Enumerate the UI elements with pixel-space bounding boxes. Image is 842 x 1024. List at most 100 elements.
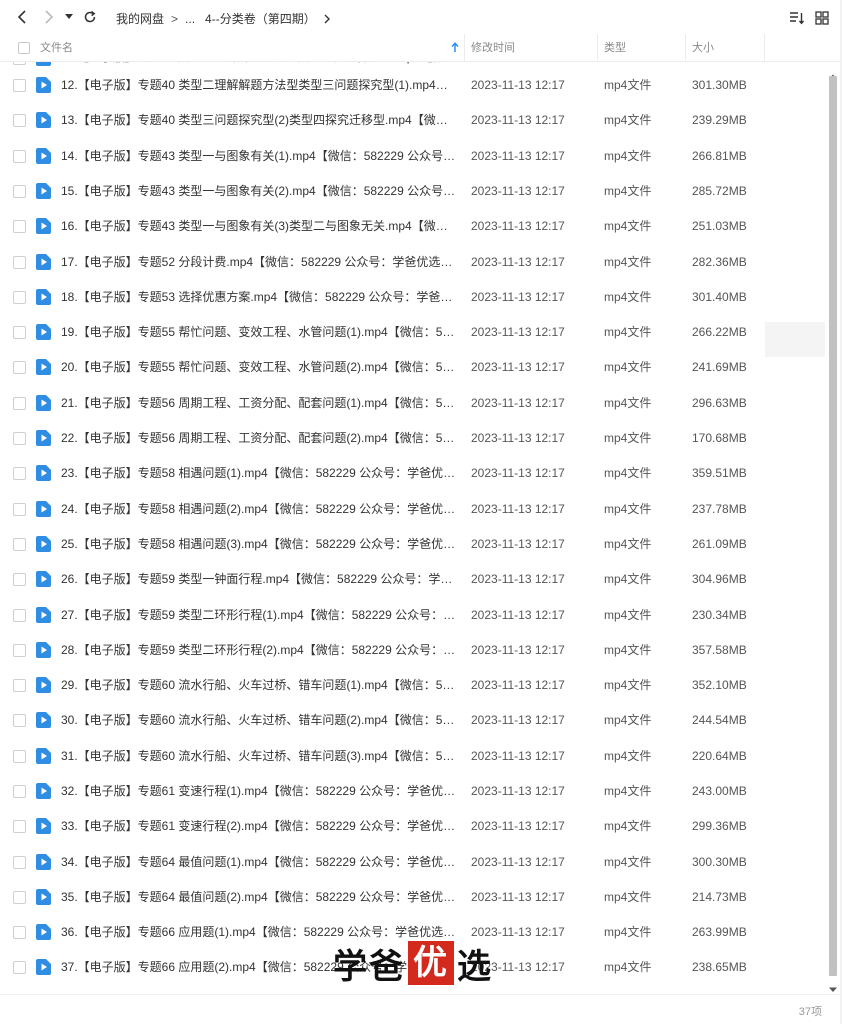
- file-name[interactable]: 19.【电子版】专题55 帮忙问题、变效工程、水管问题(1).mp4【微信：58…: [61, 315, 459, 350]
- file-name[interactable]: 12.【电子版】专题40 类型二理解解题方法型类型三问题探究型(1).mp4【微…: [61, 68, 459, 103]
- row-checkbox[interactable]: [13, 220, 26, 233]
- column-divider[interactable]: [464, 34, 465, 62]
- file-name[interactable]: 23.【电子版】专题58 相遇问题(1).mp4【微信：582229 公众号：学…: [61, 456, 459, 491]
- breadcrumb-ellipsis[interactable]: ...: [185, 12, 195, 26]
- row-checkbox[interactable]: [13, 891, 26, 904]
- file-name[interactable]: 13.【电子版】专题40 类型三问题探究型(2)类型四探究迁移型.mp4【微信：…: [61, 103, 459, 138]
- file-name[interactable]: 27.【电子版】专题59 类型二环形行程(1).mp4【微信：582229 公众…: [61, 598, 459, 633]
- row-checkbox[interactable]: [13, 961, 26, 974]
- file-row[interactable]: 17.【电子版】专题52 分段计费.mp4【微信：582229 公众号：学爸优选…: [0, 245, 826, 280]
- scrollbar-thumb[interactable]: [829, 76, 837, 976]
- file-name[interactable]: 16.【电子版】专题43 类型一与图象有关(3)类型二与图象无关.mp4【微信：…: [61, 209, 459, 244]
- row-checkbox[interactable]: [13, 679, 26, 692]
- row-checkbox[interactable]: [13, 114, 26, 127]
- sort-button[interactable]: [788, 9, 806, 27]
- row-checkbox[interactable]: [13, 62, 26, 65]
- row-checkbox[interactable]: [13, 185, 26, 198]
- column-modified[interactable]: 修改时间: [471, 34, 515, 62]
- file-row[interactable]: 16.【电子版】专题43 类型一与图象有关(3)类型二与图象无关.mp4【微信：…: [0, 209, 826, 244]
- row-checkbox[interactable]: [13, 467, 26, 480]
- row-checkbox[interactable]: [13, 785, 26, 798]
- file-row[interactable]: 12.【电子版】专题40 类型二理解解题方法型类型三问题探究型(1).mp4【微…: [0, 68, 826, 103]
- file-row[interactable]: 22.【电子版】专题56 周期工程、工资分配、配套问题(2).mp4【微信：58…: [0, 421, 826, 456]
- file-row[interactable]: 29.【电子版】专题60 流水行船、火车过桥、错车问题(1).mp4【微信：58…: [0, 668, 826, 703]
- back-button[interactable]: [12, 7, 32, 27]
- column-type[interactable]: 类型: [604, 34, 626, 62]
- file-name[interactable]: 22.【电子版】专题56 周期工程、工资分配、配套问题(2).mp4【微信：58…: [61, 421, 459, 456]
- row-checkbox[interactable]: [13, 714, 26, 727]
- file-row[interactable]: 30.【电子版】专题60 流水行船、火车过桥、错车问题(2).mp4【微信：58…: [0, 703, 826, 738]
- file-name[interactable]: 30.【电子版】专题60 流水行船、火车过桥、错车问题(2).mp4【微信：58…: [61, 703, 459, 738]
- file-row[interactable]: 31.【电子版】专题60 流水行船、火车过桥、错车问题(3).mp4【微信：58…: [0, 739, 826, 774]
- file-name[interactable]: 26.【电子版】专题59 类型一钟面行程.mp4【微信：582229 公众号：学…: [61, 562, 459, 597]
- select-all-checkbox[interactable]: [18, 42, 30, 54]
- row-checkbox[interactable]: [13, 326, 26, 339]
- file-row[interactable]: 13.【电子版】专题40 类型三问题探究型(2)类型四探究迁移型.mp4【微信：…: [0, 103, 826, 138]
- file-row[interactable]: 21.【电子版】专题56 周期工程、工资分配、配套问题(1).mp4【微信：58…: [0, 386, 826, 421]
- file-row[interactable]: 25.【电子版】专题58 相遇问题(3).mp4【微信：582229 公众号：学…: [0, 527, 826, 562]
- file-name[interactable]: 28.【电子版】专题59 类型二环形行程(2).mp4【微信：582229 公众…: [61, 633, 459, 668]
- file-name[interactable]: 17.【电子版】专题52 分段计费.mp4【微信：582229 公众号：学爸优选…: [61, 245, 459, 280]
- file-row[interactable]: 20.【电子版】专题55 帮忙问题、变效工程、水管问题(2).mp4【微信：58…: [0, 350, 826, 385]
- sort-ascending-icon[interactable]: [451, 42, 459, 56]
- vertical-scrollbar[interactable]: [826, 62, 840, 994]
- file-row[interactable]: 33.【电子版】专题61 变速行程(2).mp4【微信：582229 公众号：学…: [0, 809, 826, 844]
- file-row[interactable]: 24.【电子版】专题58 相遇问题(2).mp4【微信：582229 公众号：学…: [0, 492, 826, 527]
- file-row[interactable]: 28.【电子版】专题59 类型二环形行程(2).mp4【微信：582229 公众…: [0, 633, 826, 668]
- file-row[interactable]: 14.【电子版】专题43 类型一与图象有关(1).mp4【微信：582229 公…: [0, 139, 826, 174]
- file-row[interactable]: 19.【电子版】专题55 帮忙问题、变效工程、水管问题(1).mp4【微信：58…: [0, 315, 826, 350]
- file-row[interactable]: 35.【电子版】专题64 最值问题(2).mp4【微信：582229 公众号：学…: [0, 880, 826, 915]
- row-checkbox[interactable]: [13, 397, 26, 410]
- row-checkbox[interactable]: [13, 538, 26, 551]
- file-name[interactable]: 29.【电子版】专题60 流水行船、火车过桥、错车问题(1).mp4【微信：58…: [61, 668, 459, 703]
- file-name[interactable]: 32.【电子版】专题61 变速行程(1).mp4【微信：582229 公众号：学…: [61, 774, 459, 809]
- breadcrumb-chevron-icon[interactable]: [324, 14, 331, 24]
- row-checkbox[interactable]: [13, 820, 26, 833]
- row-checkbox[interactable]: [13, 361, 26, 374]
- file-type: mp4文件: [604, 643, 652, 657]
- file-name[interactable]: 20.【电子版】专题55 帮忙问题、变效工程、水管问题(2).mp4【微信：58…: [61, 350, 459, 385]
- file-name[interactable]: 25.【电子版】专题58 相遇问题(3).mp4【微信：582229 公众号：学…: [61, 527, 459, 562]
- history-dropdown-button[interactable]: [62, 7, 76, 27]
- file-name[interactable]: 31.【电子版】专题60 流水行船、火车过桥、错车问题(3).mp4【微信：58…: [61, 739, 459, 774]
- file-size: 300.30MB: [692, 855, 747, 869]
- file-type: mp4文件: [604, 890, 652, 904]
- column-name[interactable]: 文件名: [40, 34, 464, 62]
- file-row[interactable]: 32.【电子版】专题61 变速行程(1).mp4【微信：582229 公众号：学…: [0, 774, 826, 809]
- file-name[interactable]: 33.【电子版】专题61 变速行程(2).mp4【微信：582229 公众号：学…: [61, 809, 459, 844]
- row-checkbox[interactable]: [13, 750, 26, 763]
- file-name[interactable]: 21.【电子版】专题56 周期工程、工资分配、配套问题(1).mp4【微信：58…: [61, 386, 459, 421]
- file-row[interactable]: 18.【电子版】专题53 选择优惠方案.mp4【微信：582229 公众号：学爸…: [0, 280, 826, 315]
- file-row[interactable]: 34.【电子版】专题64 最值问题(1).mp4【微信：582229 公众号：学…: [0, 845, 826, 880]
- row-checkbox[interactable]: [13, 256, 26, 269]
- row-checkbox[interactable]: [13, 644, 26, 657]
- file-name[interactable]: 35.【电子版】专题64 最值问题(2).mp4【微信：582229 公众号：学…: [61, 880, 459, 915]
- row-checkbox[interactable]: [13, 291, 26, 304]
- row-checkbox[interactable]: [13, 856, 26, 869]
- breadcrumb-current[interactable]: 4--分类卷（第四期）: [205, 10, 316, 27]
- row-checkbox[interactable]: [13, 150, 26, 163]
- column-divider[interactable]: [597, 34, 598, 62]
- column-divider[interactable]: [764, 34, 765, 62]
- file-name[interactable]: 15.【电子版】专题43 类型一与图象有关(2).mp4【微信：582229 公…: [61, 174, 459, 209]
- view-toggle-button[interactable]: [813, 9, 831, 27]
- file-name[interactable]: 24.【电子版】专题58 相遇问题(2).mp4【微信：582229 公众号：学…: [61, 492, 459, 527]
- file-name[interactable]: 34.【电子版】专题64 最值问题(1).mp4【微信：582229 公众号：学…: [61, 845, 459, 880]
- column-size[interactable]: 大小: [692, 34, 714, 62]
- refresh-button[interactable]: [80, 7, 100, 27]
- forward-button[interactable]: [39, 7, 59, 27]
- file-row[interactable]: 27.【电子版】专题59 类型二环形行程(1).mp4【微信：582229 公众…: [0, 598, 826, 633]
- row-checkbox[interactable]: [13, 503, 26, 516]
- file-name[interactable]: 18.【电子版】专题53 选择优惠方案.mp4【微信：582229 公众号：学爸…: [61, 280, 459, 315]
- file-row[interactable]: 23.【电子版】专题58 相遇问题(1).mp4【微信：582229 公众号：学…: [0, 456, 826, 491]
- file-row[interactable]: 26.【电子版】专题59 类型一钟面行程.mp4【微信：582229 公众号：学…: [0, 562, 826, 597]
- row-checkbox[interactable]: [13, 432, 26, 445]
- row-checkbox[interactable]: [13, 609, 26, 622]
- row-checkbox[interactable]: [13, 79, 26, 92]
- column-divider[interactable]: [685, 34, 686, 62]
- file-name[interactable]: 14.【电子版】专题43 类型一与图象有关(1).mp4【微信：582229 公…: [61, 139, 459, 174]
- breadcrumb-root[interactable]: 我的网盘: [116, 10, 164, 27]
- row-checkbox[interactable]: [13, 573, 26, 586]
- row-checkbox[interactable]: [13, 926, 26, 939]
- file-row[interactable]: 15.【电子版】专题43 类型一与图象有关(2).mp4【微信：582229 公…: [0, 174, 826, 209]
